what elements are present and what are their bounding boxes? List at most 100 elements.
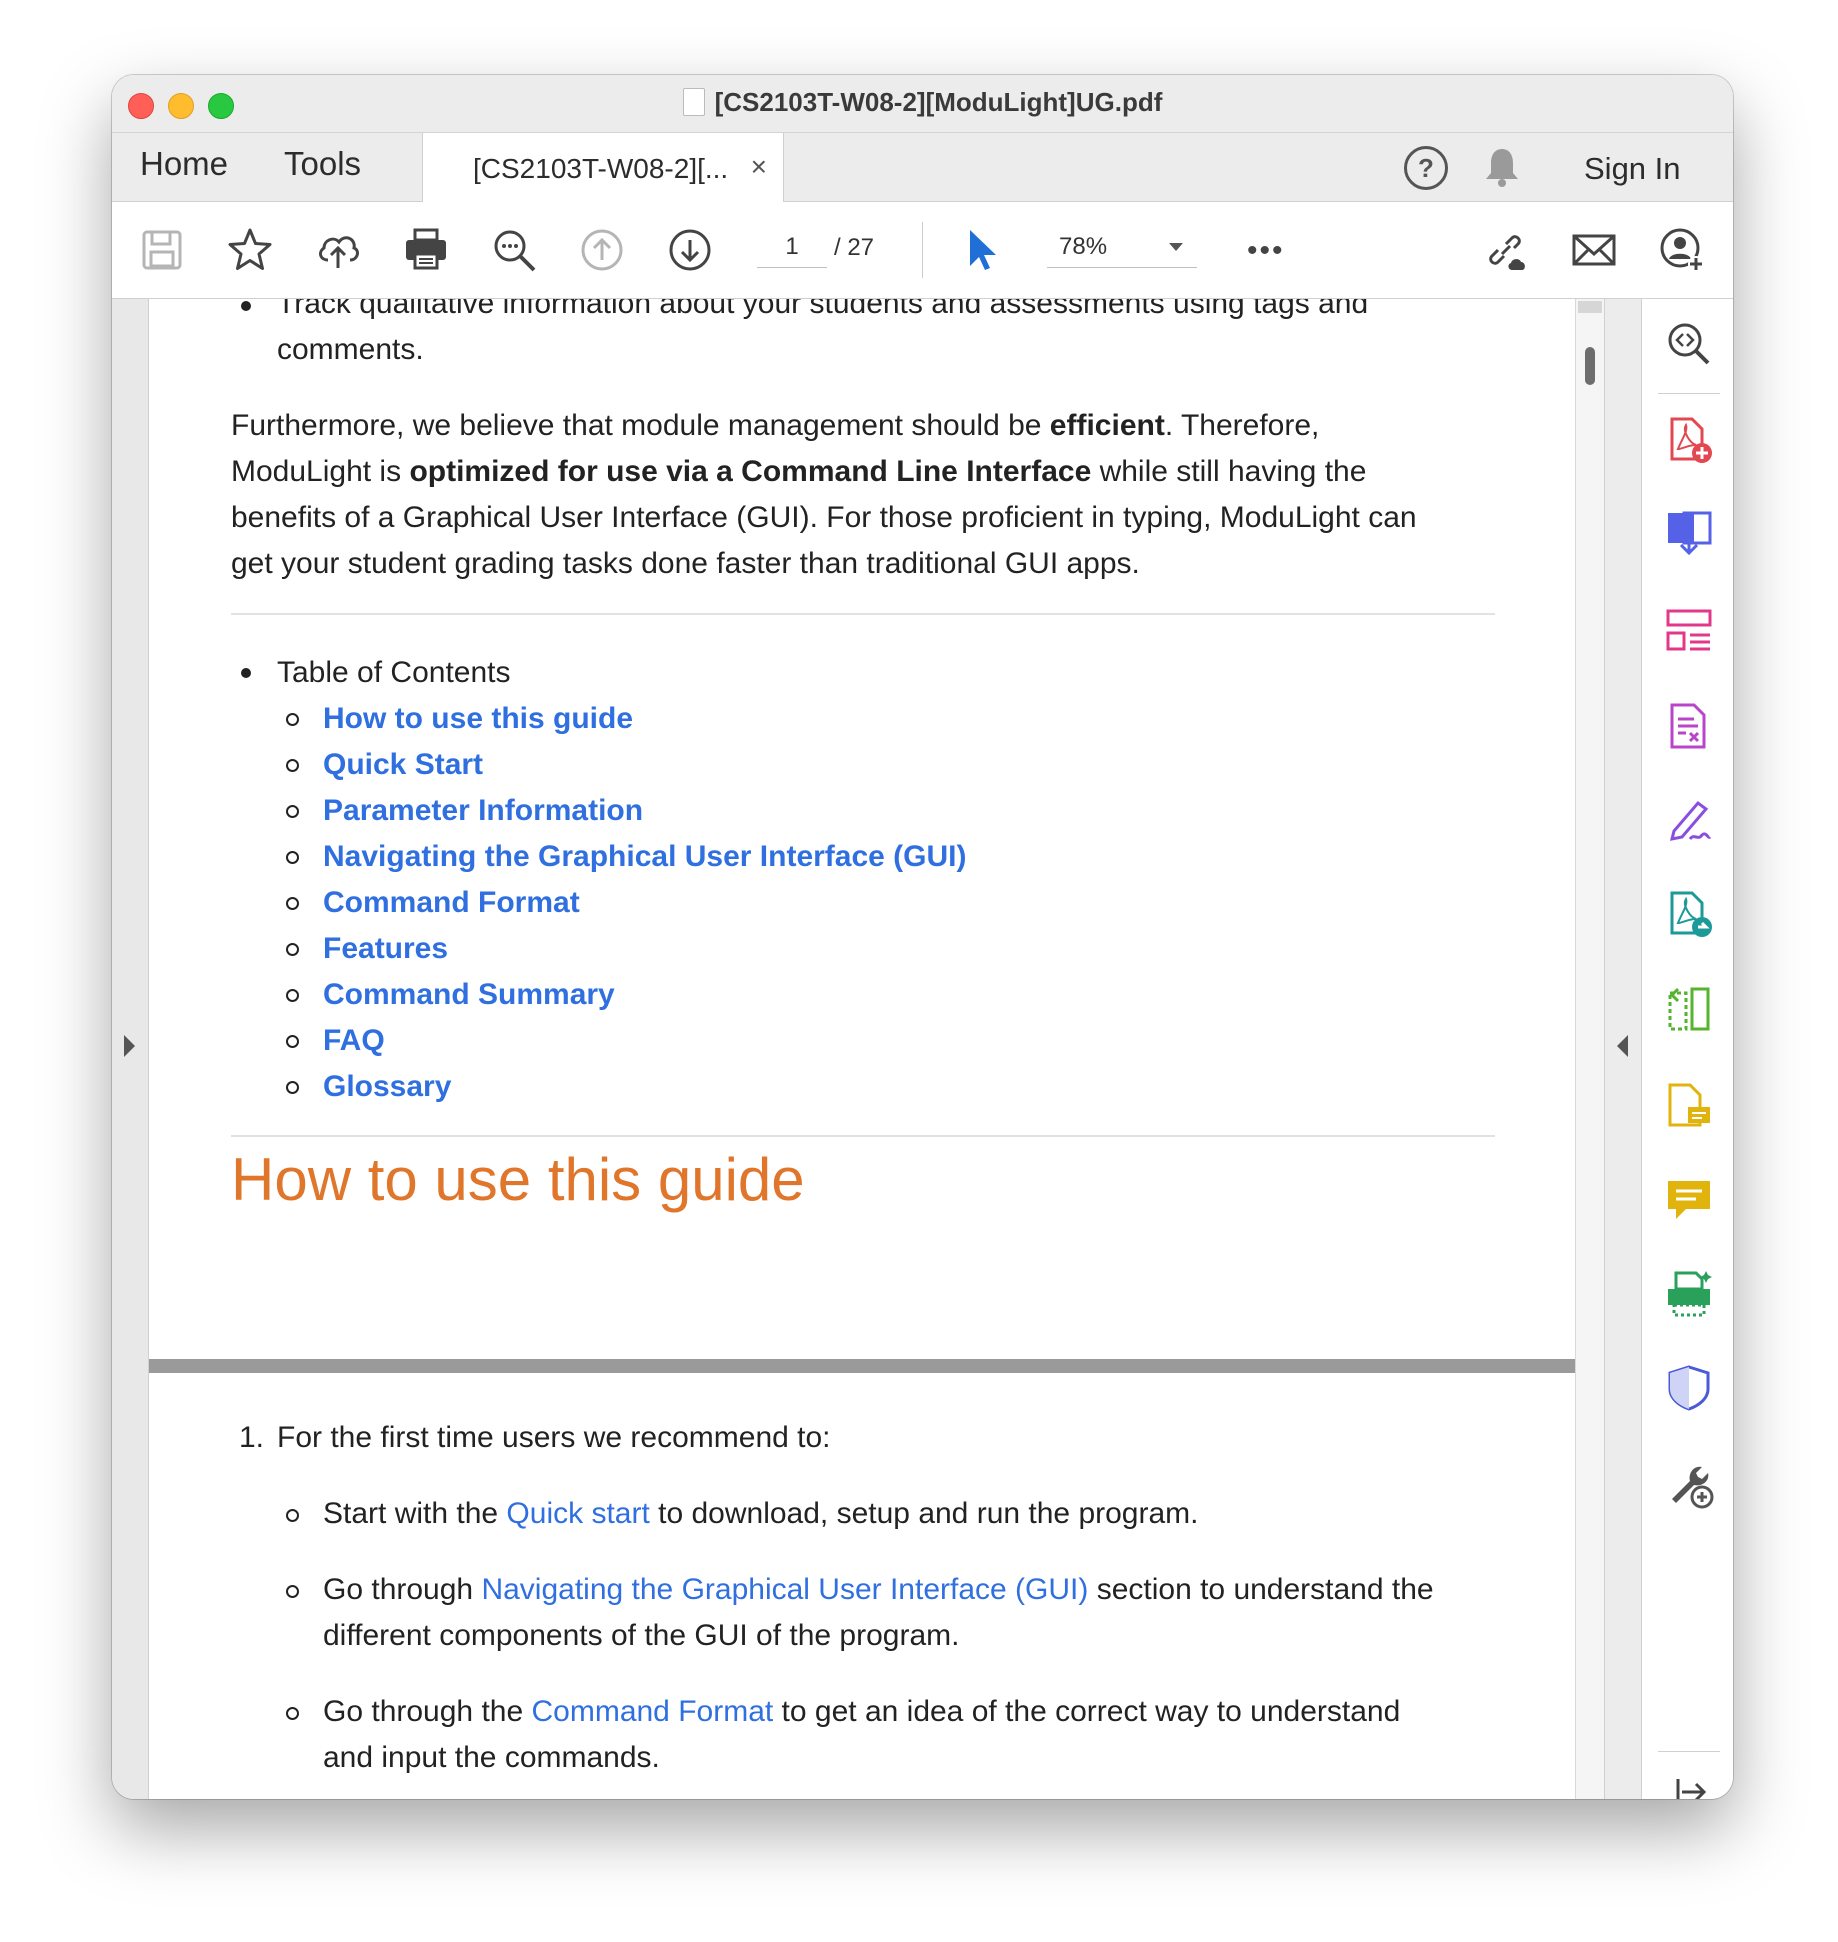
tab-home[interactable]: Home (140, 145, 228, 183)
print-icon[interactable] (402, 226, 450, 274)
bullet (241, 301, 251, 311)
toc-link-quick-start[interactable]: Quick Start (323, 742, 483, 788)
text: Furthermore, we believe that module mana… (231, 409, 1050, 442)
paragraph-line: benefits of a Graphical User Interface (… (231, 501, 1417, 534)
upload-cloud-icon[interactable] (314, 226, 362, 274)
fill-sign-icon[interactable] (1664, 795, 1714, 845)
section-heading: How to use this guide (231, 1146, 805, 1213)
toc-link-command-summary[interactable]: Command Summary (323, 972, 615, 1018)
compare-files-icon[interactable] (1664, 985, 1714, 1035)
panel-divider (1658, 1751, 1720, 1752)
tab-document[interactable]: [CS2103T-W08-2][... × (422, 133, 784, 202)
bullet (241, 668, 251, 678)
select-cursor-icon[interactable] (958, 226, 1006, 274)
text: . Therefore, (1164, 409, 1320, 442)
toc-link-command-format[interactable]: Command Format (323, 880, 580, 926)
divider (231, 1135, 1495, 1137)
create-pdf-icon[interactable] (1664, 415, 1714, 465)
paragraph-line: get your student grading tasks done fast… (231, 547, 1140, 580)
bullet (286, 1081, 299, 1094)
bullet (286, 851, 299, 864)
toolbar-divider (922, 222, 923, 278)
collapse-panel-icon[interactable] (1664, 1767, 1714, 1799)
help-icon[interactable]: ? (1404, 146, 1448, 190)
zoom-out-icon[interactable] (490, 226, 538, 274)
toolbar: 1 / 27 78% ••• (112, 202, 1733, 299)
share-link-icon[interactable] (1482, 226, 1530, 274)
text: ModuLight is (231, 455, 410, 488)
left-panel-toggle[interactable] (112, 299, 149, 1799)
link-navigating-gui[interactable]: Navigating the Graphical User Interface … (481, 1573, 1088, 1606)
zoom-select[interactable]: 78% (1047, 227, 1197, 268)
bullet (286, 989, 299, 1002)
bullet (286, 805, 299, 818)
bold-text: optimized for use via a Command Line Int… (409, 455, 1092, 488)
next-page-icon[interactable] (666, 226, 714, 274)
toc-link-navigating-gui[interactable]: Navigating the Graphical User Interface … (323, 834, 967, 880)
text: section to understand the (1088, 1573, 1434, 1606)
text: to get an idea of the correct way to und… (773, 1695, 1401, 1728)
more-options-icon[interactable]: ••• (1247, 234, 1285, 268)
bullet (286, 1707, 299, 1720)
text: to download, setup and run the program. (649, 1497, 1199, 1530)
export-pdf-icon[interactable] (1664, 509, 1714, 559)
document-icon (682, 88, 705, 116)
window-title: [CS2103T-W08-2][ModuLight]UG.pdf (112, 87, 1733, 118)
toc-link-features[interactable]: Features (323, 926, 448, 972)
bookmark-star-icon[interactable] (226, 226, 274, 274)
edit-pdf-icon[interactable] (1664, 701, 1714, 751)
document-view[interactable]: Track qualitative information about your… (149, 299, 1575, 1799)
tab-tools[interactable]: Tools (284, 145, 361, 183)
bullet (286, 1509, 299, 1522)
page-number-input[interactable]: 1 (757, 227, 827, 268)
link-command-format[interactable]: Command Format (531, 1695, 773, 1728)
email-icon[interactable] (1570, 226, 1618, 274)
expand-left-arrow-icon (124, 1035, 135, 1057)
link-quick-start[interactable]: Quick start (506, 1497, 649, 1530)
collapse-right-arrow-icon (1617, 1035, 1628, 1057)
close-tab-icon[interactable]: × (751, 151, 767, 183)
scrollbar-thumb[interactable] (1585, 347, 1595, 385)
more-tools-icon[interactable] (1664, 1459, 1714, 1509)
scan-ocr-icon[interactable] (1664, 1269, 1714, 1319)
bullet (286, 713, 299, 726)
organize-pages-icon[interactable] (1664, 605, 1714, 655)
send-for-review-icon[interactable] (1664, 889, 1714, 939)
toc-link-how-to-use[interactable]: How to use this guide (323, 696, 633, 742)
right-panel-toggle[interactable] (1604, 299, 1641, 1799)
zoom-value: 78% (1059, 233, 1108, 260)
divider (231, 613, 1495, 615)
previous-page-icon[interactable] (578, 226, 626, 274)
bullet (286, 759, 299, 772)
text: while still having the (1091, 455, 1367, 488)
sub-item-continued: different components of the GUI of the p… (323, 1619, 960, 1652)
protect-shield-icon[interactable] (1664, 1363, 1714, 1413)
page-separator (149, 1359, 1575, 1373)
acrobat-window: [CS2103T-W08-2][ModuLight]UG.pdf Home To… (112, 75, 1733, 1799)
sign-in-button[interactable]: Sign In (1584, 151, 1681, 187)
page-total: / 27 (834, 234, 875, 261)
comment-icon[interactable] (1664, 1175, 1714, 1225)
add-user-icon[interactable] (1658, 226, 1706, 274)
tools-pane (1641, 299, 1733, 1799)
paragraph-line: ModuLight is optimized for use via a Com… (231, 449, 1366, 495)
sub-item: Go through the Command Format to get an … (323, 1689, 1400, 1735)
text: Go through the (323, 1695, 532, 1728)
save-icon[interactable] (138, 226, 186, 274)
toc-link-parameter-information[interactable]: Parameter Information (323, 788, 643, 834)
comment-file-icon[interactable] (1664, 1081, 1714, 1131)
text-line: Track qualitative information about your… (277, 299, 1369, 320)
notification-bell-icon[interactable] (1482, 145, 1522, 189)
vertical-scrollbar[interactable] (1575, 299, 1604, 1799)
bullet (286, 943, 299, 956)
search-zoom-icon[interactable] (1664, 319, 1714, 369)
sub-item: Go through Navigating the Graphical User… (323, 1567, 1434, 1613)
panel-divider (1658, 393, 1720, 394)
tab-bar: Home Tools [CS2103T-W08-2][... × ? Sign … (112, 133, 1733, 202)
bullet (286, 1585, 299, 1598)
list-number: 1. (239, 1421, 265, 1454)
toc-link-glossary[interactable]: Glossary (323, 1064, 451, 1110)
tab-document-label: [CS2103T-W08-2][... (473, 153, 729, 184)
text: Start with the (323, 1497, 507, 1530)
toc-link-faq[interactable]: FAQ (323, 1018, 385, 1064)
